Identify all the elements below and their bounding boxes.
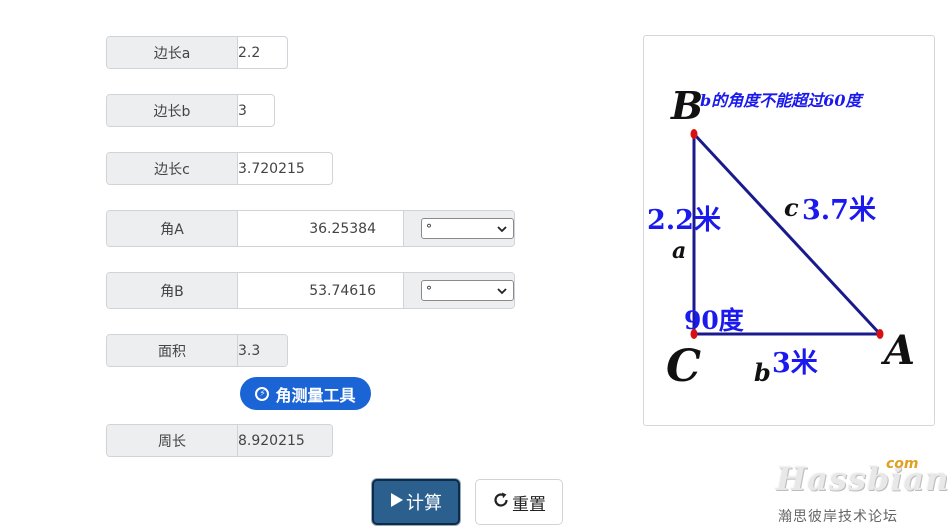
angle-a-row: 角A 36.25384 ° [106,210,515,247]
area-label: 面积 [107,335,238,366]
vertex-c-label: C [666,341,701,392]
perimeter-label: 周长 [107,425,238,456]
angle-b-label: 角B [107,273,238,308]
chevron-down-icon [497,284,507,298]
side-b-row: 边长b 3 [106,94,275,127]
point-b [690,129,698,139]
side-c-row: 边长c 3.720215 [106,152,333,185]
angle-b-unit-wrap: ° [404,273,514,308]
area-row: 面积 3.3 [106,334,289,367]
side-a-row: 边长a 2.2 [106,36,289,69]
angle-a-unit-wrap: ° [404,211,514,246]
vertex-a-label: A [880,327,915,374]
perimeter-row: 周长 8.920215 [106,424,333,457]
angle-a-unit-select[interactable]: ° [421,218,514,239]
watermark-tld: com [886,456,919,472]
triangle-figure: B b的角度不能超过60度 2.2米 a c 3.7米 90度 C b 3米 A [647,83,915,392]
perimeter-output: 8.920215 [238,425,332,456]
angle-b-unit-select[interactable]: ° [421,280,514,301]
vertex-b-label: B [670,83,703,128]
side-a-input[interactable]: 2.2 [238,37,287,68]
chevron-down-icon [497,222,507,236]
angle-b-row: 角B 53.74616 ° [106,272,515,309]
watermark-subtitle: 瀚思彼岸技术论坛 [778,509,898,525]
side-c-input[interactable]: 3.720215 [238,153,332,184]
reset-label: 重置 [512,494,546,515]
reset-button[interactable]: 重置 [475,479,563,525]
side-a-label: 边长a [107,37,238,68]
side-a-letter: a [672,238,686,264]
angle-b-input[interactable]: 53.74616 [238,273,404,308]
side-b-label: 边长b [107,95,238,126]
angle-note: b的角度不能超过60度 [700,91,864,110]
calculate-button[interactable]: 计算 [372,479,460,525]
triangle-diagram: B b的角度不能超过60度 2.2米 a c 3.7米 90度 C b 3米 A [643,35,935,426]
side-b-letter: b [754,358,771,387]
side-c-line [692,132,882,336]
point-a [876,329,884,339]
play-icon [390,492,404,513]
side-c-value-label: 3.7米 [802,195,876,226]
angle-tool-label: 角测量工具 [275,385,356,405]
bolt-icon: ⚡ [255,386,270,401]
site-watermark: Hassbian com 瀚思彼岸技术论坛 [770,456,949,526]
watermark-brand: Hassbian [776,460,950,498]
angle-b-unit-value: ° [426,283,432,298]
angle-a-unit-value: ° [426,221,432,236]
right-angle-label: 90度 [684,306,744,335]
side-c-label: 边长c [107,153,238,184]
calculate-label: 计算 [406,493,442,514]
area-output: 3.3 [238,335,288,366]
side-b-value-label: 3米 [772,348,818,379]
angle-a-input[interactable]: 36.25384 [238,211,404,246]
angle-a-label: 角A [107,211,238,246]
angle-tool-button[interactable]: ⚡ 角测量工具 [240,377,371,410]
side-c-letter: c [784,193,799,222]
side-a-value-label: 2.2米 [647,205,721,236]
side-b-input[interactable]: 3 [238,95,274,126]
refresh-icon [492,491,510,514]
